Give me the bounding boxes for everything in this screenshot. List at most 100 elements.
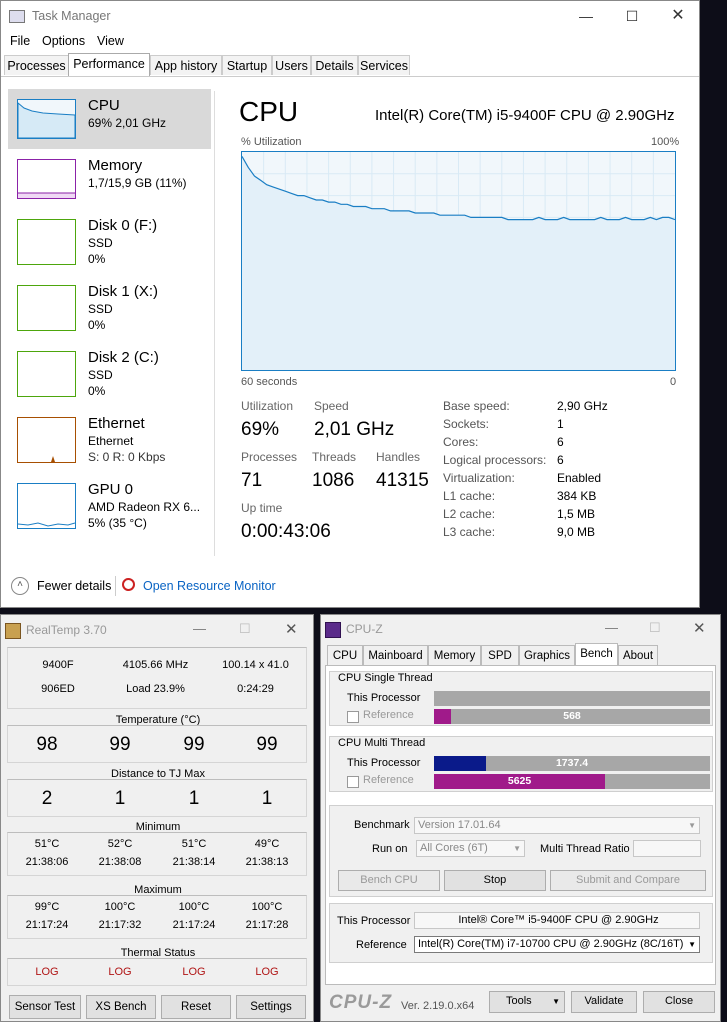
- sidebar-item-detail: Ethernet: [88, 434, 134, 448]
- stop-button[interactable]: Stop: [444, 870, 546, 891]
- speed-label: Speed: [314, 399, 349, 413]
- thermal-log[interactable]: LOG: [90, 966, 150, 978]
- sidebar-item-label: Disk 0 (F:): [88, 217, 158, 234]
- tab-cpu[interactable]: CPU: [327, 645, 363, 665]
- chevron-up-icon[interactable]: ˄: [11, 577, 29, 595]
- version-label: Ver. 2.19.0.x64: [401, 1000, 475, 1012]
- footer-divider: [115, 576, 116, 596]
- tab-performance[interactable]: Performance: [68, 53, 150, 76]
- tab-processes[interactable]: Processes: [4, 55, 69, 75]
- tab-divider: [1, 76, 699, 77]
- thermal-log[interactable]: LOG: [164, 966, 224, 978]
- sidebar-item-disk-0[interactable]: Disk 0 (F:) SSD 0%: [8, 209, 211, 269]
- run-on-value: All Cores (6T): [420, 842, 488, 854]
- tab-startup[interactable]: Startup: [222, 55, 272, 75]
- uptime-value: 0:00:43:06: [241, 521, 331, 542]
- tab-details[interactable]: Details: [311, 55, 358, 75]
- sidebar-item-gpu-0[interactable]: GPU 0 AMD Radeon RX 6... 5% (35 °C): [8, 473, 211, 533]
- menu-view[interactable]: View: [97, 34, 124, 48]
- benchmark-version-select[interactable]: Version 17.01.64 ▼: [414, 817, 700, 834]
- threads-label: Threads: [312, 450, 357, 464]
- tab-mainboard[interactable]: Mainboard: [363, 645, 428, 665]
- chevron-down-icon: ▼: [688, 940, 696, 949]
- tab-graphics[interactable]: Graphics: [519, 645, 575, 665]
- close-button[interactable]: ✕: [285, 620, 298, 638]
- xs-bench-button[interactable]: XS Bench: [86, 995, 156, 1019]
- maximize-button[interactable]: ☐: [649, 620, 661, 636]
- core-distance: 1: [114, 788, 126, 809]
- menu-options[interactable]: Options: [42, 34, 85, 48]
- open-resource-monitor-link[interactable]: Open Resource Monitor: [143, 579, 276, 593]
- graph-y-max: 100%: [651, 136, 680, 148]
- tab-bench[interactable]: Bench: [575, 643, 618, 666]
- reference-label: Reference: [363, 709, 414, 721]
- tab-app-history[interactable]: App history: [150, 55, 222, 75]
- sidebar-item-label: Disk 2 (C:): [88, 349, 159, 366]
- task-manager-window: Task Manager — ☐ ✕ File Options View Pro…: [0, 0, 700, 608]
- min-time: 21:38:13: [245, 856, 289, 868]
- benchmark-settings-group: Benchmark Version 17.01.64 ▼ Run on All …: [329, 805, 713, 897]
- minimize-button[interactable]: —: [563, 3, 609, 29]
- max-time: 21:17:28: [245, 919, 289, 931]
- tab-services[interactable]: Services: [358, 55, 410, 75]
- validate-button[interactable]: Validate: [571, 991, 637, 1013]
- menu-file[interactable]: File: [10, 34, 30, 48]
- this-processor-label: This Processor: [337, 915, 411, 927]
- chevron-down-icon: ▼: [688, 821, 696, 830]
- bench-cpu-button[interactable]: Bench CPU: [338, 870, 440, 891]
- tab-memory[interactable]: Memory: [428, 645, 481, 665]
- distance-panel: 2 1 1 1: [7, 779, 307, 817]
- tab-about[interactable]: About: [618, 645, 658, 665]
- sidebar-item-label: Ethernet: [88, 415, 145, 432]
- minimum-panel: 51°C 21:38:06 52°C 21:38:08 51°C 21:38:1…: [7, 832, 307, 876]
- sidebar-item-ethernet[interactable]: Ethernet Ethernet S: 0 R: 0 Kbps: [8, 407, 211, 467]
- single-reference-value: 568: [563, 710, 581, 722]
- maximize-button[interactable]: ☐: [239, 621, 251, 637]
- thermal-log[interactable]: LOG: [237, 966, 297, 978]
- processes-label: Processes: [241, 450, 298, 464]
- sidebar-item-throughput: S: 0 R: 0 Kbps: [88, 450, 166, 464]
- sidebar-item-disk-2[interactable]: Disk 2 (C:) SSD 0%: [8, 341, 211, 401]
- submit-compare-button[interactable]: Submit and Compare: [550, 870, 706, 891]
- close-button[interactable]: ✕: [693, 619, 706, 637]
- minimize-button[interactable]: —: [193, 621, 206, 636]
- utilization-value: 69%: [241, 419, 280, 440]
- fewer-details-link[interactable]: Fewer details: [37, 579, 111, 593]
- this-processor-label: This Processor: [347, 692, 421, 704]
- sidebar-item-disk-1[interactable]: Disk 1 (X:) SSD 0%: [8, 275, 211, 335]
- close-window-button[interactable]: Close: [643, 991, 715, 1013]
- maximize-button[interactable]: ☐: [609, 3, 655, 29]
- sidebar-item-cpu[interactable]: CPU 69% 2,01 GHz: [8, 89, 211, 149]
- min-time: 21:38:14: [172, 856, 216, 868]
- multi-reference-checkbox[interactable]: [347, 776, 359, 788]
- thermal-log[interactable]: LOG: [17, 966, 77, 978]
- reference-processor-select[interactable]: Intel(R) Core(TM) i7-10700 CPU @ 2.90GHz…: [414, 936, 700, 953]
- tab-spd[interactable]: SPD: [481, 645, 519, 665]
- single-reference-checkbox[interactable]: [347, 711, 359, 723]
- cpuz-logo: CPU-Z: [329, 992, 393, 1013]
- benchmark-version: Version 17.01.64: [418, 819, 501, 831]
- title-bar[interactable]: Task Manager — ☐ ✕: [1, 1, 699, 31]
- run-on-select[interactable]: All Cores (6T) ▼: [416, 840, 525, 857]
- tab-users[interactable]: Users: [272, 55, 311, 75]
- page-title: CPU: [239, 96, 299, 127]
- tools-button[interactable]: Tools ▼: [489, 991, 565, 1013]
- sidebar-item-usage: 0%: [88, 252, 106, 266]
- min-temp: 49°C: [254, 838, 280, 850]
- minimize-button[interactable]: —: [605, 620, 618, 635]
- single-thread-label: CPU Single Thread: [338, 672, 433, 684]
- reference-label: Reference: [356, 939, 407, 951]
- spec-sockets-value: 1: [557, 417, 564, 431]
- resource-monitor-icon: [122, 578, 135, 591]
- sidebar-item-label: Disk 1 (X:): [88, 283, 159, 300]
- tools-label: Tools: [506, 995, 532, 1007]
- close-button[interactable]: ✕: [655, 3, 701, 29]
- settings-button[interactable]: Settings: [236, 995, 306, 1019]
- sensor-test-button[interactable]: Sensor Test: [9, 995, 81, 1019]
- multi-thread-ratio-label: Multi Thread Ratio: [540, 843, 630, 855]
- spec-l2-value: 1,5 MB: [557, 507, 596, 521]
- reset-button[interactable]: Reset: [161, 995, 231, 1019]
- max-temp: 100°C: [251, 901, 283, 913]
- sidebar-item-usage: 0%: [88, 384, 106, 398]
- sidebar-item-memory[interactable]: Memory 1,7/15,9 GB (11%): [8, 149, 211, 209]
